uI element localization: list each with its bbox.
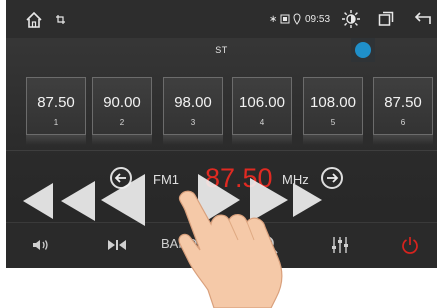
power-icon [402, 237, 418, 254]
preset-frequency: 87.50 [37, 94, 75, 111]
preset-button-3[interactable]: 98.00 3 [163, 77, 223, 145]
home-icon[interactable] [25, 11, 43, 29]
preset-number: 5 [330, 118, 336, 127]
search-icon [260, 236, 278, 254]
preset-frequency: 106.00 [239, 94, 285, 111]
volume-button[interactable] [6, 223, 76, 268]
radio-screen: ∗ 09:53 ST 87.50 1 90.00 2 98.00 3 106.0… [6, 0, 437, 268]
band-label: FM1 [153, 172, 179, 187]
bottom-toolbar [6, 222, 437, 268]
equalizer-icon [332, 237, 348, 253]
preset-button-4[interactable]: 106.00 4 [232, 77, 292, 145]
equalizer-button[interactable] [311, 223, 371, 268]
preset-frequency: 108.00 [310, 94, 356, 111]
rds-indicator [351, 38, 375, 62]
sd-card-icon [280, 14, 290, 24]
frequency-display: 87.50 [205, 163, 273, 193]
frequency-unit: MHz [282, 172, 309, 187]
preset-button-5[interactable]: 108.00 5 [303, 77, 363, 145]
preset-frequency: 87.50 [384, 94, 422, 111]
volume-icon [33, 240, 48, 250]
preset-number: 1 [53, 118, 59, 127]
tune-up-button[interactable] [321, 167, 343, 189]
seek-icon [108, 240, 126, 250]
preset-number: 2 [119, 118, 125, 127]
location-icon [293, 13, 301, 25]
power-button[interactable] [381, 223, 437, 268]
preset-button-1[interactable]: 87.50 1 [26, 77, 86, 145]
search-button[interactable] [241, 223, 301, 268]
divider [6, 150, 437, 151]
preset-number: 6 [400, 118, 406, 127]
preset-frequency: 98.00 [174, 94, 212, 111]
band-button-label: BAND [161, 236, 198, 251]
preset-button-2[interactable]: 90.00 2 [92, 77, 152, 145]
preset-number: 3 [190, 118, 196, 127]
screenshot-icon[interactable] [55, 14, 66, 25]
time-display: 09:53 [305, 14, 331, 25]
preset-button-6[interactable]: 87.50 6 [373, 77, 433, 145]
preset-frequency: 90.00 [103, 94, 141, 111]
preset-number: 4 [259, 118, 265, 127]
arrow-right-icon [327, 173, 339, 183]
seek-button[interactable] [86, 223, 148, 268]
window-icon[interactable] [378, 11, 394, 27]
tune-down-button[interactable] [110, 167, 132, 189]
bluetooth-icon: ∗ [269, 14, 278, 25]
back-icon[interactable] [414, 11, 432, 27]
status-bar: ∗ 09:53 [6, 0, 437, 38]
arrow-left-icon [114, 173, 126, 183]
brightness-icon[interactable] [341, 9, 361, 29]
